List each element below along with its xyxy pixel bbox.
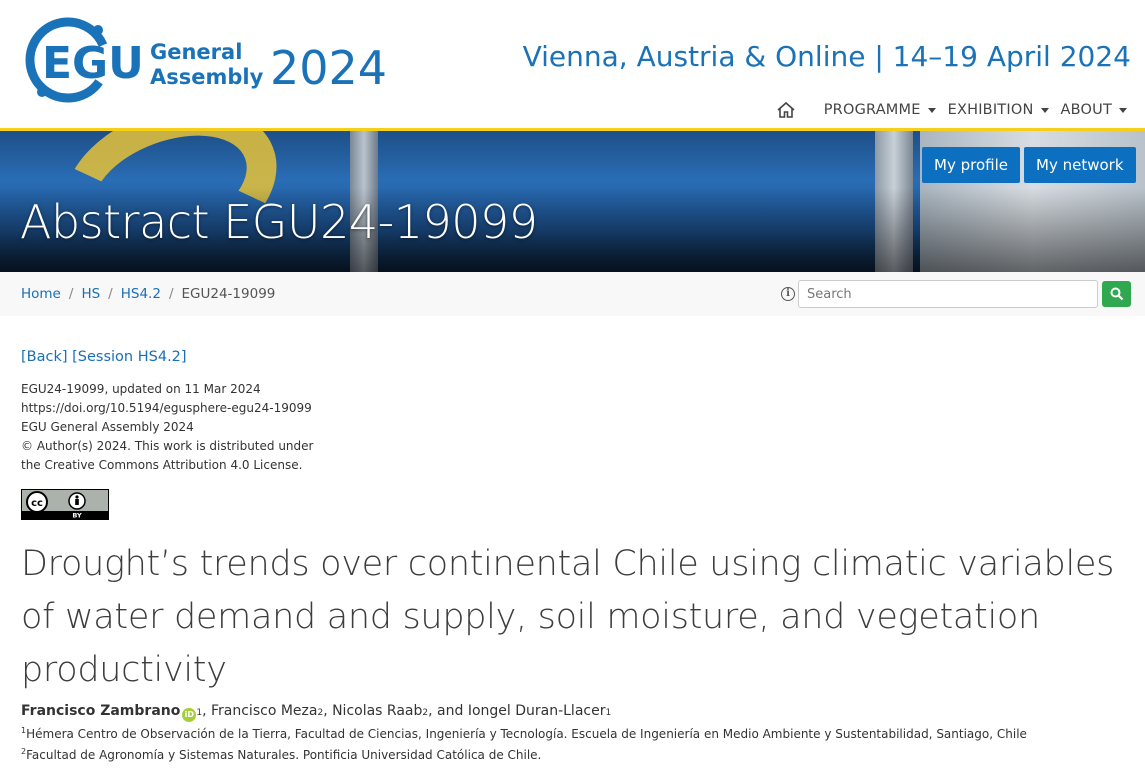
- breadcrumb-hs[interactable]: HS: [81, 286, 100, 302]
- meta-copyright: © Author(s) 2024. This work is distribut…: [21, 439, 314, 453]
- chevron-down-icon: [1040, 107, 1049, 113]
- meta-doi: https://doi.org/10.5194/egusphere-egu24-…: [21, 401, 312, 415]
- nav-about[interactable]: ABOUT: [1060, 102, 1127, 118]
- breadcrumb-current: EGU24-19099: [181, 286, 276, 302]
- chevron-down-icon: [927, 107, 936, 113]
- back-links: [Back] [Session HS4.2]: [21, 349, 187, 365]
- meta-id-updated: EGU24-19099, updated on 11 Mar 2024: [21, 382, 261, 396]
- breadcrumb-separator: /: [108, 286, 113, 302]
- nav-exhibition-label: EXHIBITION: [947, 102, 1034, 118]
- author-name: , Nicolas Raab: [323, 703, 423, 719]
- search-input[interactable]: [798, 280, 1098, 308]
- logo-year-text: 2024: [270, 41, 387, 95]
- breadcrumb-session[interactable]: HS4.2: [121, 286, 161, 302]
- affiliation: 1Hémera Centro de Observación de la Tier…: [21, 726, 1027, 741]
- author-name[interactable]: Francisco Zambrano: [21, 703, 180, 719]
- search-icon: [1110, 287, 1123, 301]
- meta-license: the Creative Commons Attribution 4.0 Lic…: [21, 458, 303, 472]
- abstract-meta: EGU24-19099, updated on 11 Mar 2024 http…: [21, 380, 313, 475]
- logo-egu-text: EGU: [42, 38, 144, 89]
- session-link[interactable]: [Session HS4.2]: [72, 349, 186, 365]
- affiliation-text: Facultad de Agronomía y Sistemas Natural…: [26, 748, 542, 762]
- page-banner: Abstract EGU24-19099 My profile My netwo…: [0, 131, 1145, 272]
- nav-exhibition[interactable]: EXHIBITION: [948, 102, 1049, 118]
- top-navigation: PROGRAMME EXHIBITION ABOUT: [774, 98, 1127, 122]
- author-name: , Francisco Meza: [202, 703, 318, 719]
- by-text: BY: [72, 512, 82, 520]
- nav-programme-label: PROGRAMME: [823, 102, 921, 118]
- breadcrumb-separator: /: [168, 286, 174, 302]
- back-link[interactable]: [Back]: [21, 349, 68, 365]
- event-info: Vienna, Austria & Online | 14–19 April 2…: [522, 40, 1131, 73]
- search-button[interactable]: [1102, 281, 1131, 307]
- nav-programme[interactable]: PROGRAMME: [824, 102, 936, 118]
- logo-assembly-text: Assembly: [150, 65, 264, 89]
- cc-by-license-badge[interactable]: cc BY: [21, 489, 109, 520]
- orcid-icon[interactable]: iD: [182, 708, 197, 722]
- home-icon[interactable]: [774, 98, 798, 122]
- my-network-button[interactable]: My network: [1024, 147, 1136, 183]
- meta-assembly: EGU General Assembly 2024: [21, 420, 194, 434]
- breadcrumb-separator: /: [68, 286, 74, 302]
- cc-text: cc: [31, 498, 43, 509]
- abstract-title: Drought’s trends over continental Chile …: [21, 544, 1115, 690]
- egu-logo[interactable]: EGU General Assembly 2024: [20, 12, 400, 108]
- logo-general-text: General: [150, 40, 242, 64]
- affiliation-text: Hémera Centro de Observación de la Tierr…: [26, 727, 1027, 741]
- breadcrumb-home[interactable]: Home: [21, 286, 61, 302]
- author-name: , and Iongel Duran-Llacer: [428, 703, 606, 719]
- breadcrumb: Home / HS / HS4.2 / EGU24-19099: [21, 286, 275, 302]
- site-header: EGU General Assembly 2024 Vienna, Austri…: [0, 0, 1145, 131]
- page-title: Abstract EGU24-19099: [20, 195, 538, 249]
- nav-about-label: ABOUT: [1060, 102, 1112, 118]
- author-affiliation-number: 1: [605, 708, 612, 718]
- chevron-down-icon: [1119, 107, 1127, 113]
- my-profile-button[interactable]: My profile: [922, 147, 1020, 183]
- affiliation: 2Facultad de Agronomía y Sistemas Natura…: [21, 747, 541, 762]
- author-list: Francisco Zambrano iD 1 , Francisco Meza…: [21, 703, 612, 722]
- info-icon[interactable]: i: [781, 287, 795, 301]
